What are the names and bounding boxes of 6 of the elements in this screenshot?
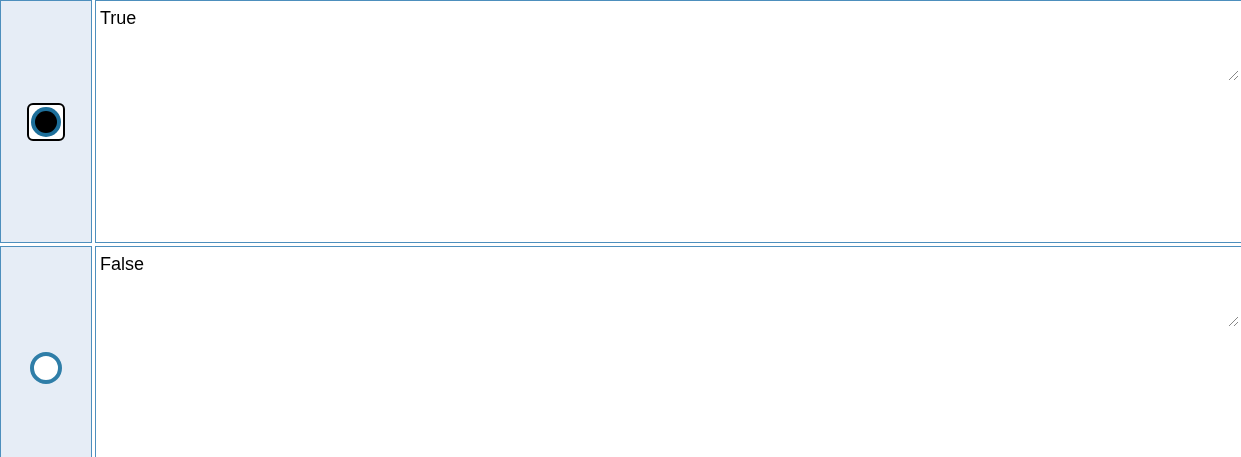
answer-field[interactable]: True — [96, 1, 1241, 242]
resize-grip-icon[interactable] — [1227, 315, 1239, 327]
radio-button[interactable] — [27, 102, 65, 141]
answer-field[interactable]: False — [96, 247, 1241, 457]
resize-grip-icon[interactable] — [1227, 69, 1239, 81]
radio-button[interactable] — [30, 351, 62, 384]
